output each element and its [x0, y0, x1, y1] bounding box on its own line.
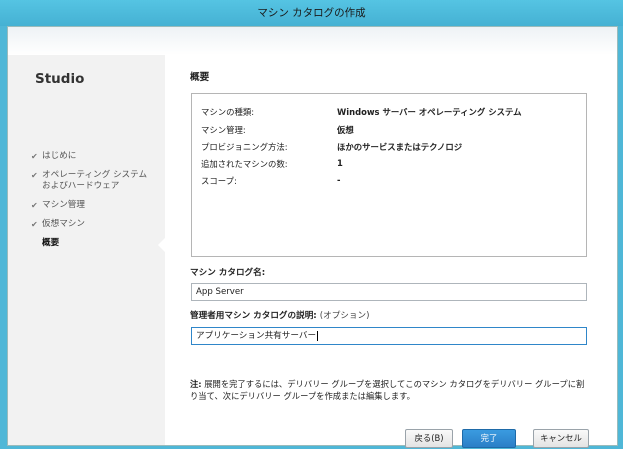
window-title-bar: マシン カタログの作成 — [0, 0, 623, 26]
description-input[interactable]: アプリケーション共有サーバー — [191, 327, 587, 345]
summary-row: マシンの種類: Windows サーバー オペレーティング システム — [201, 106, 521, 118]
step-item[interactable]: ✔ オペレーティング システム およびハードウェア — [31, 170, 161, 192]
current-step-pointer — [158, 238, 165, 252]
optional-label: (オプション) — [319, 311, 370, 321]
catalog-name-value: App Server — [196, 287, 244, 297]
checkmark-icon: ✔ — [31, 220, 38, 229]
note-text: 注: 展開を完了するには、デリバリー グループを選択してこのマシン カタログをデ… — [190, 378, 585, 402]
back-button[interactable]: 戻る(B) — [405, 429, 453, 448]
summary-key: 追加されたマシンの数: — [201, 159, 288, 169]
window-title: マシン カタログの作成 — [257, 7, 366, 19]
step-item[interactable]: ✔ 仮想マシン — [31, 219, 161, 230]
header-strip — [8, 27, 617, 55]
summary-key: スコープ: — [201, 176, 237, 186]
page-title: 概要 — [190, 72, 210, 83]
checkmark-icon: ✔ — [31, 152, 38, 161]
step-label: 概要 — [42, 238, 60, 248]
summary-value: Windows サーバー オペレーティング システム — [337, 107, 522, 117]
description-value: アプリケーション共有サーバー — [196, 331, 317, 341]
summary-key: プロビジョニング方法: — [201, 142, 288, 152]
summary-row: スコープ: - — [201, 175, 340, 187]
summary-row: プロビジョニング方法: ほかのサービスまたはテクノロジ — [201, 141, 462, 153]
summary-value: ほかのサービスまたはテクノロジ — [337, 142, 463, 152]
summary-value: - — [337, 175, 341, 185]
text-caret — [317, 330, 319, 341]
summary-value: 1 — [337, 158, 343, 168]
step-label: 仮想マシン — [42, 219, 85, 229]
note-prefix: 注: — [190, 379, 202, 389]
checkmark-icon: ✔ — [31, 201, 38, 210]
cancel-button[interactable]: キャンセル — [533, 429, 589, 448]
summary-value: 仮想 — [337, 125, 354, 135]
summary-row: マシン管理: 仮想 — [201, 124, 354, 136]
finish-button[interactable]: 完了 — [462, 429, 516, 448]
wizard-steps: ✔ はじめに ✔ オペレーティング システム およびハードウェア ✔ マシン管理… — [31, 151, 161, 257]
catalog-name-input[interactable]: App Server — [191, 283, 587, 301]
main-content: 概要 マシンの種類: Windows サーバー オペレーティング システム マシ… — [189, 55, 589, 448]
summary-row: 追加されたマシンの数: 1 — [201, 158, 343, 170]
description-label: 管理者用マシン カタログの説明: — [190, 311, 317, 321]
note-body: 展開を完了するには、デリバリー グループを選択してこのマシン カタログをデリバリ… — [190, 379, 585, 401]
summary-box: マシンの種類: Windows サーバー オペレーティング システム マシン管理… — [191, 93, 587, 257]
sidebar: Studio ✔ はじめに ✔ オペレーティング システム およびハードウェア … — [8, 55, 165, 445]
catalog-name-label: マシン カタログ名: — [190, 268, 266, 278]
wizard-frame: Studio ✔ はじめに ✔ オペレーティング システム およびハードウェア … — [7, 26, 618, 448]
step-label: オペレーティング システム およびハードウェア — [42, 170, 148, 191]
step-label: マシン管理 — [42, 200, 85, 210]
step-item-current: 概要 — [31, 238, 161, 249]
step-item[interactable]: ✔ マシン管理 — [31, 200, 161, 211]
summary-key: マシンの種類: — [201, 107, 255, 117]
description-label-row: 管理者用マシン カタログの説明: (オプション) — [190, 309, 369, 321]
summary-key: マシン管理: — [201, 125, 246, 135]
checkmark-icon: ✔ — [31, 171, 38, 180]
brand-label: Studio — [35, 71, 85, 87]
step-label: はじめに — [42, 151, 77, 161]
step-item[interactable]: ✔ はじめに — [31, 151, 161, 162]
